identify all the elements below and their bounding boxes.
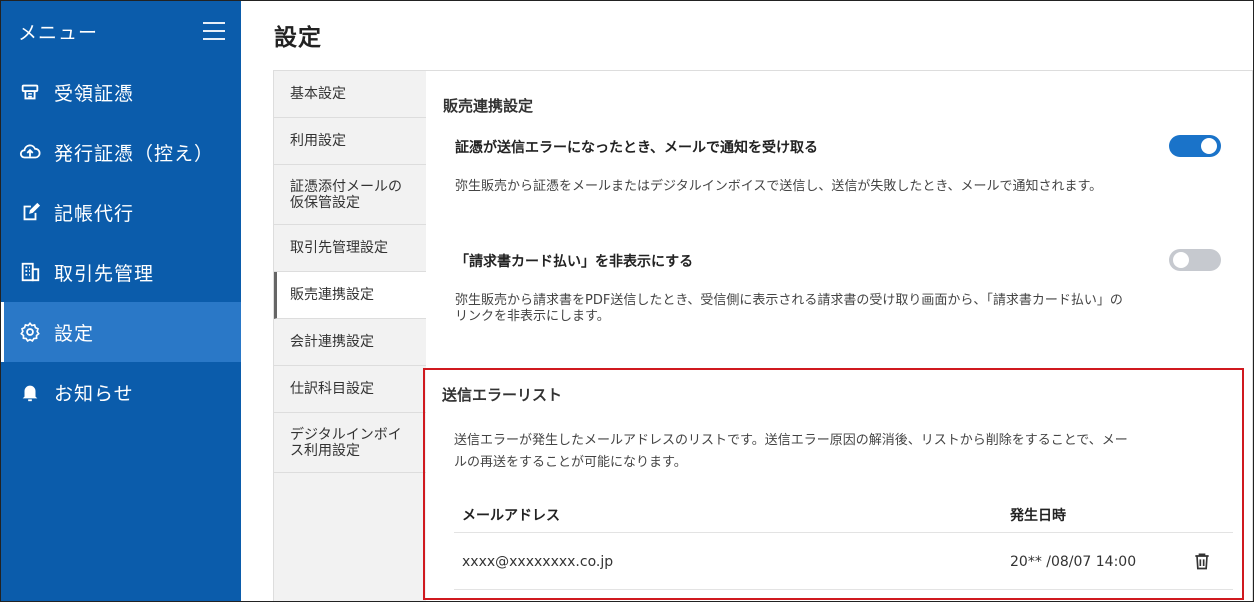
sidebar-title: メニュー (18, 21, 99, 44)
error-list-highlight (423, 368, 1244, 600)
sidebar-item-bookkeeping[interactable]: 記帳代行 (0, 182, 241, 242)
tab-sales-link[interactable]: 販売連携設定 (274, 272, 426, 319)
sidebar-item-notifications[interactable]: お知らせ (0, 362, 241, 422)
setting-label-error-notify: 証憑が送信エラーになったとき、メールで通知を受け取る (455, 140, 819, 156)
sidebar-item-label: お知らせ (54, 382, 134, 405)
sidebar-item-label: 設定 (54, 322, 95, 345)
sidebar-item-label: 取引先管理 (54, 262, 155, 285)
sidebar-item-settings[interactable]: 設定 (0, 302, 241, 362)
setting-label-hide-card-payment: 「請求書カード払い」を非表示にする (455, 254, 694, 270)
tab-accounting-link[interactable]: 会計連携設定 (274, 319, 426, 366)
section-title-sales-link: 販売連携設定 (443, 97, 534, 115)
sidebar-item-label: 受領証憑 (54, 82, 135, 105)
hide-card-payment-toggle[interactable] (1169, 249, 1221, 271)
receipt-icon (18, 80, 42, 104)
settings-tabs: 基本設定 利用設定 証憑添付メールの仮保管設定 取引先管理設定 販売連携設定 会… (274, 71, 426, 602)
sidebar-item-received-vouchers[interactable]: 受領証憑 (0, 62, 241, 122)
tab-digital-invoice[interactable]: デジタルインボイス利用設定 (274, 413, 426, 473)
tab-voucher-mail-storage[interactable]: 証憑添付メールの仮保管設定 (274, 165, 426, 225)
tab-journal-accounts[interactable]: 仕訳科目設定 (274, 366, 426, 413)
sidebar-header: メニュー (0, 0, 241, 62)
gear-icon (18, 320, 42, 344)
edit-icon (18, 200, 42, 224)
sidebar-item-label: 記帳代行 (54, 202, 135, 225)
building-icon (18, 260, 42, 284)
page-title: 設定 (274, 25, 322, 51)
tab-client-management[interactable]: 取引先管理設定 (274, 225, 426, 272)
hamburger-menu-icon[interactable] (203, 22, 225, 40)
sidebar-item-issued-vouchers[interactable]: 発行証憑（控え） (0, 122, 241, 182)
sidebar-item-label: 発行証憑（控え） (54, 142, 215, 165)
setting-description-hide-card-payment: 弥生販売から請求書をPDF送信したとき、受信側に表示される請求書の受け取り画面か… (455, 293, 1123, 324)
cloud-upload-icon (18, 140, 42, 164)
bell-icon (18, 380, 42, 404)
tab-usage[interactable]: 利用設定 (274, 118, 426, 165)
setting-description-error-notify: 弥生販売から証憑をメールまたはデジタルインボイスで送信し、送信が失敗したとき、メ… (455, 179, 1103, 194)
error-notify-toggle[interactable] (1169, 135, 1221, 157)
tab-basic[interactable]: 基本設定 (274, 71, 426, 118)
sidebar: メニュー 受領証憑 発行証憑（控え） 記帳代行 取引先管理 設定 お知らせ (0, 0, 241, 602)
sidebar-item-clients[interactable]: 取引先管理 (0, 242, 241, 302)
